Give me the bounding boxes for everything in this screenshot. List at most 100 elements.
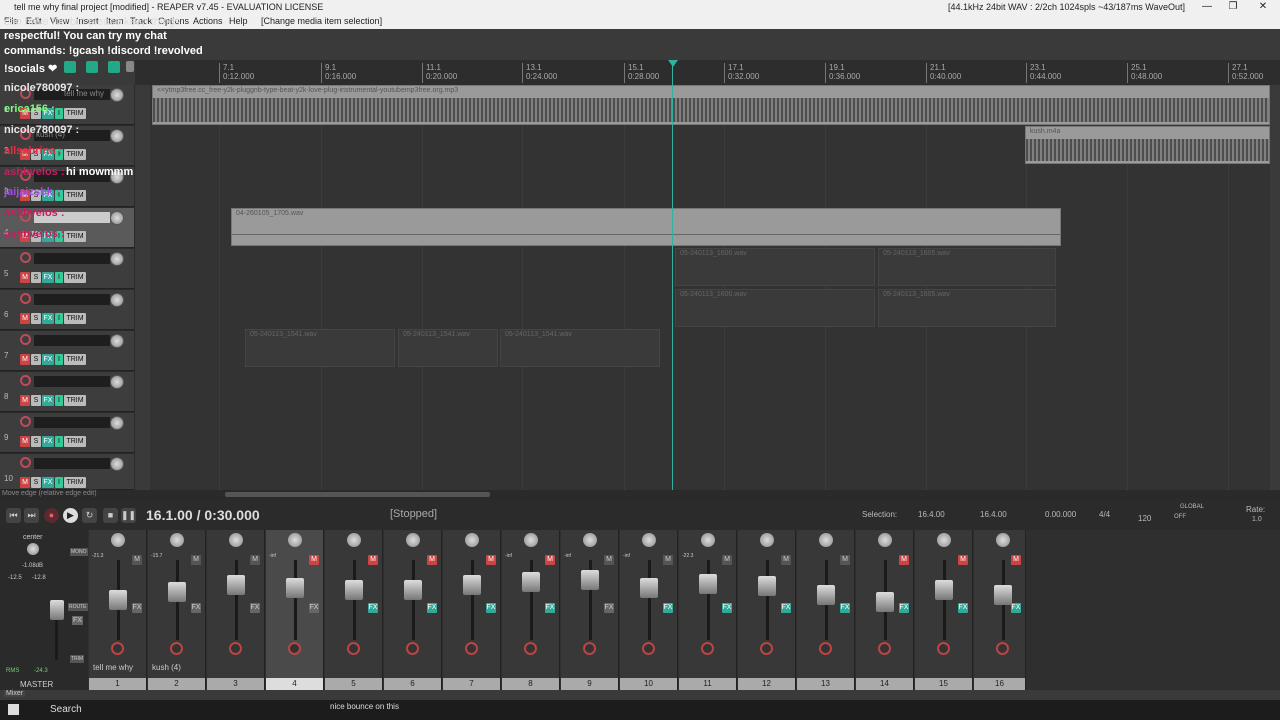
fx-button[interactable]: FX	[722, 603, 732, 613]
mixer-strip-9[interactable]: -inf M FX 9	[561, 530, 619, 690]
strip-number[interactable]: 7	[443, 678, 500, 690]
volume-fader[interactable]	[227, 575, 245, 595]
pan-knob[interactable]	[406, 533, 420, 547]
lock-icon[interactable]	[126, 61, 134, 72]
fx-button[interactable]: FX	[191, 603, 201, 613]
go-end-icon[interactable]: ⏭	[24, 508, 39, 523]
track-name[interactable]	[34, 253, 110, 264]
strip-number[interactable]: 12	[738, 678, 795, 690]
pan-knob[interactable]	[819, 533, 833, 547]
selection-length[interactable]: 0.00.000	[1045, 510, 1076, 519]
master-fx-button[interactable]: FX	[72, 616, 83, 625]
mixer-tab[interactable]: Mixer	[4, 690, 26, 697]
mute-button[interactable]: M	[250, 555, 260, 565]
stop-button[interactable]: ■	[103, 508, 118, 523]
mute-button[interactable]: M	[840, 555, 850, 565]
mute-button[interactable]: M	[663, 555, 673, 565]
mixer-strip-12[interactable]: M FX 12	[738, 530, 796, 690]
track-name[interactable]	[34, 335, 110, 346]
fx-button[interactable]: FX	[132, 603, 142, 613]
record-arm[interactable]	[878, 642, 891, 655]
track-name[interactable]	[34, 294, 110, 305]
pan-knob[interactable]	[701, 533, 715, 547]
go-start-icon[interactable]: ⏮	[6, 508, 21, 523]
record-arm[interactable]	[996, 642, 1009, 655]
volume-fader[interactable]	[463, 575, 481, 595]
strip-name[interactable]: tell me why	[93, 663, 133, 672]
mute-button[interactable]: M	[486, 555, 496, 565]
mixer-strip-15[interactable]: M FX 15	[915, 530, 973, 690]
volume-fader[interactable]	[286, 578, 304, 598]
repeat-icon[interactable]: ↻	[82, 508, 97, 523]
fx-button[interactable]: FX	[604, 603, 614, 613]
pan-knob[interactable]	[229, 533, 243, 547]
record-arm[interactable]	[642, 642, 655, 655]
strip-number[interactable]: 5	[325, 678, 382, 690]
track-10[interactable]: 10 M S FX I TRIM	[0, 454, 134, 490]
mute-button[interactable]: M	[309, 555, 319, 565]
master-strip[interactable]: center -1.08dB -12.5 -12.8 MONO ROUTE FX…	[0, 530, 88, 697]
volume-knob[interactable]	[110, 457, 124, 471]
mono-button[interactable]: MONO	[70, 548, 88, 556]
mixer-strip-6[interactable]: M FX 6	[384, 530, 442, 690]
record-arm[interactable]	[111, 642, 124, 655]
media-item-t6a[interactable]: 05-240113_1600.wav	[675, 289, 875, 327]
media-item-t5b[interactable]: 05-240113_1605.wav	[878, 248, 1056, 286]
mixer-strip-14[interactable]: M FX 14	[856, 530, 914, 690]
volume-fader[interactable]	[581, 570, 599, 590]
master-pan-knob[interactable]	[27, 543, 39, 555]
strip-number[interactable]: 6	[384, 678, 441, 690]
mute-button[interactable]: M	[427, 555, 437, 565]
strip-name[interactable]: kush (4)	[152, 663, 181, 672]
track-5[interactable]: 5 M S FX I TRIM	[0, 249, 134, 289]
record-arm[interactable]	[819, 642, 832, 655]
global-automation[interactable]: GLOBAL	[1180, 504, 1204, 510]
play-button[interactable]: ▶	[63, 508, 78, 523]
track-6[interactable]: 6 M S FX I TRIM	[0, 290, 134, 330]
mute-button[interactable]: M	[1011, 555, 1021, 565]
record-arm[interactable]	[406, 642, 419, 655]
strip-number[interactable]: 9	[561, 678, 618, 690]
fx-button[interactable]: FX	[840, 603, 850, 613]
strip-number[interactable]: 1	[89, 678, 146, 690]
pan-knob[interactable]	[288, 533, 302, 547]
mute-button[interactable]: M	[781, 555, 791, 565]
mixer-strip-11[interactable]: -22.3 M FX 11	[679, 530, 737, 690]
menu-actions[interactable]: Actions	[193, 16, 223, 26]
volume-fader[interactable]	[876, 592, 894, 612]
taskbar-search[interactable]: Search	[50, 704, 82, 715]
strip-number[interactable]: 14	[856, 678, 913, 690]
volume-knob[interactable]	[110, 211, 124, 225]
time-signature[interactable]: 4/4	[1099, 510, 1110, 519]
media-item-beat[interactable]: <<ytmp3free.cc_free-y2k-pluggnb-type-bea…	[152, 85, 1270, 125]
mixer-strip-16[interactable]: M FX 16	[974, 530, 1026, 690]
mixer-strip-10[interactable]: -inf M FX 10	[620, 530, 678, 690]
volume-fader[interactable]	[109, 590, 127, 610]
mixer-strip-13[interactable]: M FX 13	[797, 530, 855, 690]
media-item-t5a[interactable]: 05-240113_1600.wav	[675, 248, 875, 286]
fx-button[interactable]: FX	[545, 603, 555, 613]
fx-button[interactable]: FX	[486, 603, 496, 613]
mute-button[interactable]: M	[722, 555, 732, 565]
loop-icon[interactable]	[108, 61, 120, 73]
snap-icon[interactable]	[86, 61, 98, 73]
volume-fader[interactable]	[522, 572, 540, 592]
record-arm[interactable]	[583, 642, 596, 655]
master-fader[interactable]	[50, 600, 64, 620]
media-item-t7c[interactable]: 05-240113_1541.wav	[500, 329, 660, 367]
fx-button[interactable]: FX	[781, 603, 791, 613]
volume-knob[interactable]	[110, 334, 124, 348]
record-arm[interactable]	[347, 642, 360, 655]
record-arm[interactable]	[937, 642, 950, 655]
change-media-selection[interactable]: [Change media item selection]	[261, 16, 382, 26]
master-trim-button[interactable]: TRIM	[70, 655, 85, 663]
pan-knob[interactable]	[937, 533, 951, 547]
fx-button[interactable]: FX	[663, 603, 673, 613]
horizontal-scrollbar[interactable]	[150, 490, 1280, 500]
minimize-button[interactable]: —	[1194, 0, 1220, 14]
strip-number[interactable]: 8	[502, 678, 559, 690]
strip-number[interactable]: 10	[620, 678, 677, 690]
volume-fader[interactable]	[699, 574, 717, 594]
volume-fader[interactable]	[994, 585, 1012, 605]
volume-fader[interactable]	[758, 576, 776, 596]
